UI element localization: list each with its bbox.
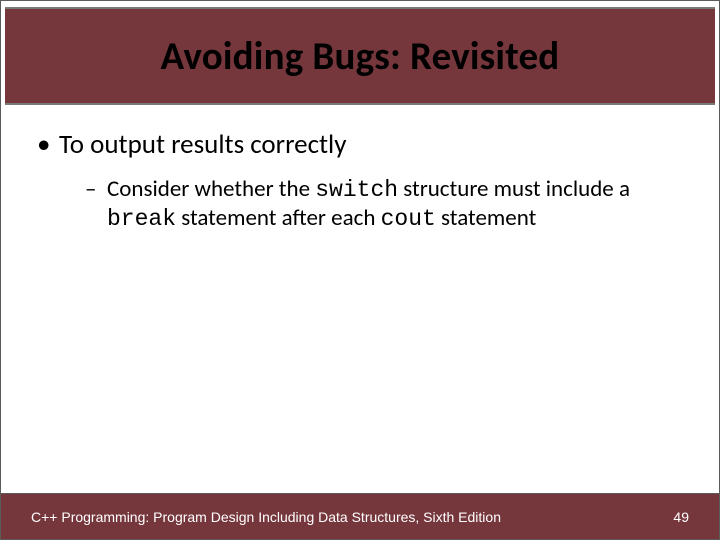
code-cout: cout [381,206,436,232]
code-switch: switch [315,177,398,203]
slide: Avoiding Bugs: Revisited To output resul… [0,0,720,540]
bullet-text: statement [436,204,536,232]
bullet-level-2: Consider whether the switch structure mu… [31,175,689,233]
content-area: To output results correctly Consider whe… [31,129,689,233]
bullet-text: statement after each [176,204,381,232]
footer-bar: C++ Programming: Program Design Includin… [1,493,719,539]
slide-title: Avoiding Bugs: Revisited [161,33,560,80]
code-break: break [107,206,176,232]
page-number: 49 [673,509,689,525]
bullet-text: Consider whether the [107,175,315,203]
bullet-level-1: To output results correctly [31,129,689,161]
title-bar: Avoiding Bugs: Revisited [5,7,715,105]
bullet-text: structure must include a [398,175,630,203]
footer-text: C++ Programming: Program Design Includin… [31,509,501,525]
